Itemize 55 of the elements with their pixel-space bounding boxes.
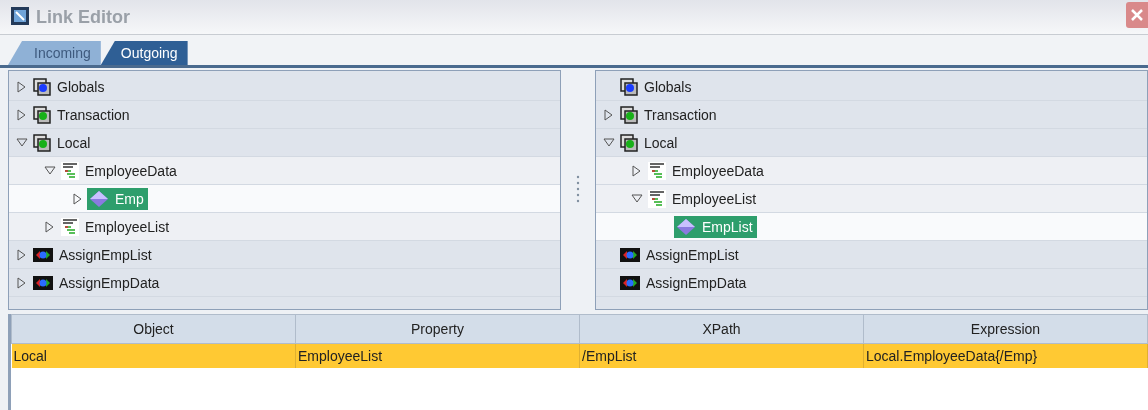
splitter-grip-icon[interactable] [576, 174, 580, 204]
expand-icon[interactable] [17, 108, 27, 121]
tree-item[interactable]: AssignEmpList [9, 241, 560, 269]
diamond-icon [676, 217, 696, 236]
table-cell: /EmpList [579, 343, 864, 368]
expand-icon[interactable] [45, 220, 55, 233]
table-cell: EmployeeList [295, 343, 580, 368]
action-icon [620, 246, 640, 263]
tree-item[interactable]: AssignEmpList [596, 241, 1147, 269]
tree-item[interactable]: EmployeeData [596, 157, 1147, 185]
node-icon [33, 105, 51, 124]
close-icon [1129, 7, 1145, 23]
xml-file-icon [648, 161, 666, 180]
window-title: Link Editor [36, 6, 130, 28]
tree-item[interactable]: Transaction [596, 101, 1147, 129]
column-header[interactable]: Object [11, 314, 296, 344]
tree-item[interactable]: AssignEmpData [596, 269, 1147, 297]
tree-item[interactable]: EmployeeList [596, 185, 1147, 213]
collapse-icon[interactable] [603, 137, 615, 148]
tree-item[interactable]: Globals [9, 73, 560, 101]
action-icon [620, 274, 640, 291]
expand-icon[interactable] [73, 192, 83, 205]
expand-icon[interactable] [604, 108, 614, 121]
tree-item[interactable]: EmployeeData [9, 157, 560, 185]
diamond-icon [89, 189, 109, 208]
column-header[interactable]: Property [295, 314, 580, 344]
table-cell: Local.EmployeeData{/Emp} [863, 343, 1148, 368]
tree-item[interactable]: Transaction [9, 101, 560, 129]
node-icon [33, 77, 51, 96]
table-cell: Local [11, 343, 296, 368]
tree-item[interactable]: EmployeeList [9, 213, 560, 241]
xml-file-icon [61, 161, 79, 180]
expand-icon[interactable] [17, 276, 27, 289]
action-icon [33, 274, 53, 291]
node-icon [620, 77, 638, 96]
expand-icon[interactable] [632, 164, 642, 177]
collapse-icon[interactable] [44, 165, 56, 176]
node-icon [620, 105, 638, 124]
xml-file-icon [648, 189, 666, 208]
tab[interactable]: Outgoing [100, 41, 188, 65]
action-icon [33, 246, 53, 263]
collapse-icon[interactable] [16, 137, 28, 148]
tree-item[interactable]: AssignEmpData [9, 269, 560, 297]
table-row[interactable]: Local EmployeeList /EmpList Local.EmployeeData{/Emp} [11, 343, 1148, 368]
column-header[interactable]: XPath [579, 314, 864, 344]
tree-item[interactable]: Globals [596, 73, 1147, 101]
app-icon [10, 5, 30, 26]
close-button[interactable] [1126, 2, 1148, 28]
column-header[interactable]: Expression [863, 314, 1148, 344]
expand-icon[interactable] [17, 80, 27, 93]
node-icon [33, 133, 51, 152]
collapse-icon[interactable] [631, 193, 643, 204]
expand-icon[interactable] [17, 248, 27, 261]
xml-file-icon [61, 217, 79, 236]
node-icon [620, 133, 638, 152]
